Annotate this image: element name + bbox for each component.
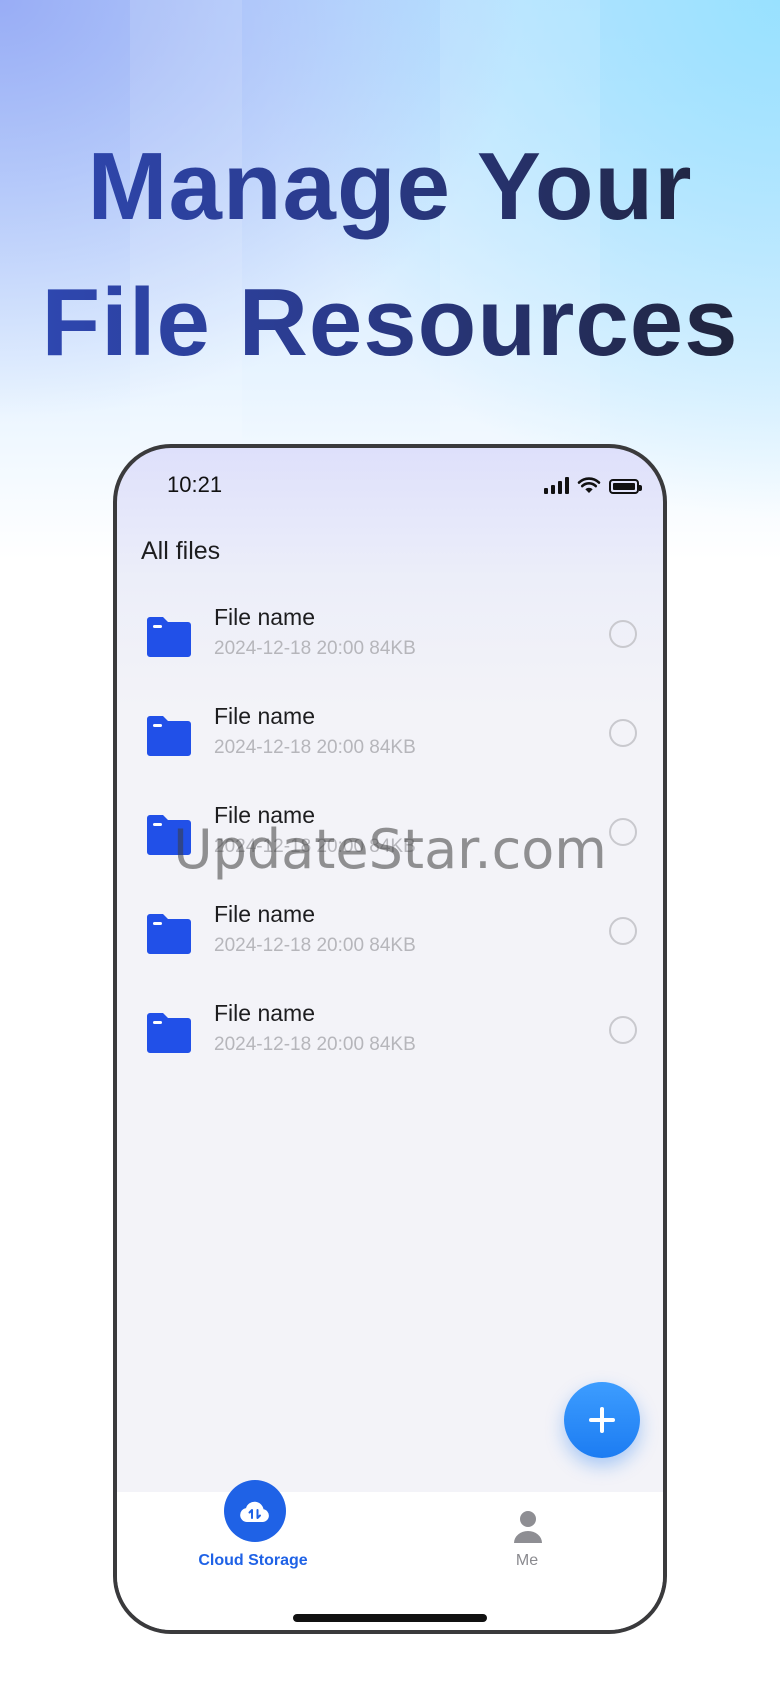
file-name: File name: [214, 1000, 315, 1026]
file-name: File name: [214, 703, 315, 729]
user-icon: [514, 1511, 542, 1543]
file-meta: 2024-12-18 20:00 84KB: [214, 737, 416, 758]
cloud-storage-button[interactable]: [224, 1480, 286, 1542]
file-meta: 2024-12-18 20:00 84KB: [214, 935, 416, 956]
folder-icon: [147, 617, 191, 657]
add-button[interactable]: [564, 1382, 640, 1458]
phone-frame: 10:21 All files File name 2024-12-18 20:…: [113, 444, 667, 1634]
battery-icon: [609, 479, 642, 494]
file-list-item[interactable]: File name 2024-12-18 20:00 84KB: [117, 604, 663, 703]
file-list-item[interactable]: File name 2024-12-18 20:00 84KB: [117, 1000, 663, 1099]
cloud-sync-icon: [240, 1501, 269, 1522]
page-title: All files: [141, 537, 221, 565]
file-list-item[interactable]: File name 2024-12-18 20:00 84KB: [117, 703, 663, 802]
radio-unchecked-icon[interactable]: [609, 719, 637, 747]
home-indicator: [293, 1614, 487, 1622]
radio-unchecked-icon[interactable]: [609, 917, 637, 945]
watermark: UpdateStar.com: [173, 818, 607, 881]
folder-icon: [147, 1013, 191, 1053]
wifi-icon: [577, 477, 601, 493]
tab-label-cloud-storage: Cloud Storage: [198, 1552, 308, 1569]
file-name: File name: [214, 604, 315, 630]
plus-icon: [589, 1407, 615, 1433]
headline-line-1: Manage Your: [0, 132, 780, 242]
radio-unchecked-icon[interactable]: [609, 1016, 637, 1044]
radio-unchecked-icon[interactable]: [609, 620, 637, 648]
status-time: 10:21: [167, 472, 223, 497]
tab-bar: Cloud Storage Me: [117, 1480, 663, 1630]
folder-icon: [147, 914, 191, 954]
folder-icon: [147, 716, 191, 756]
cellular-signal-icon: [544, 476, 569, 494]
status-icons: [544, 476, 642, 494]
file-list-item[interactable]: File name 2024-12-18 20:00 84KB: [117, 901, 663, 1000]
headline-line-2: File Resources: [0, 268, 780, 378]
file-meta: 2024-12-18 20:00 84KB: [214, 1034, 416, 1055]
file-meta: 2024-12-18 20:00 84KB: [214, 638, 416, 659]
file-name: File name: [214, 901, 315, 927]
tab-label-me: Me: [515, 1552, 539, 1569]
